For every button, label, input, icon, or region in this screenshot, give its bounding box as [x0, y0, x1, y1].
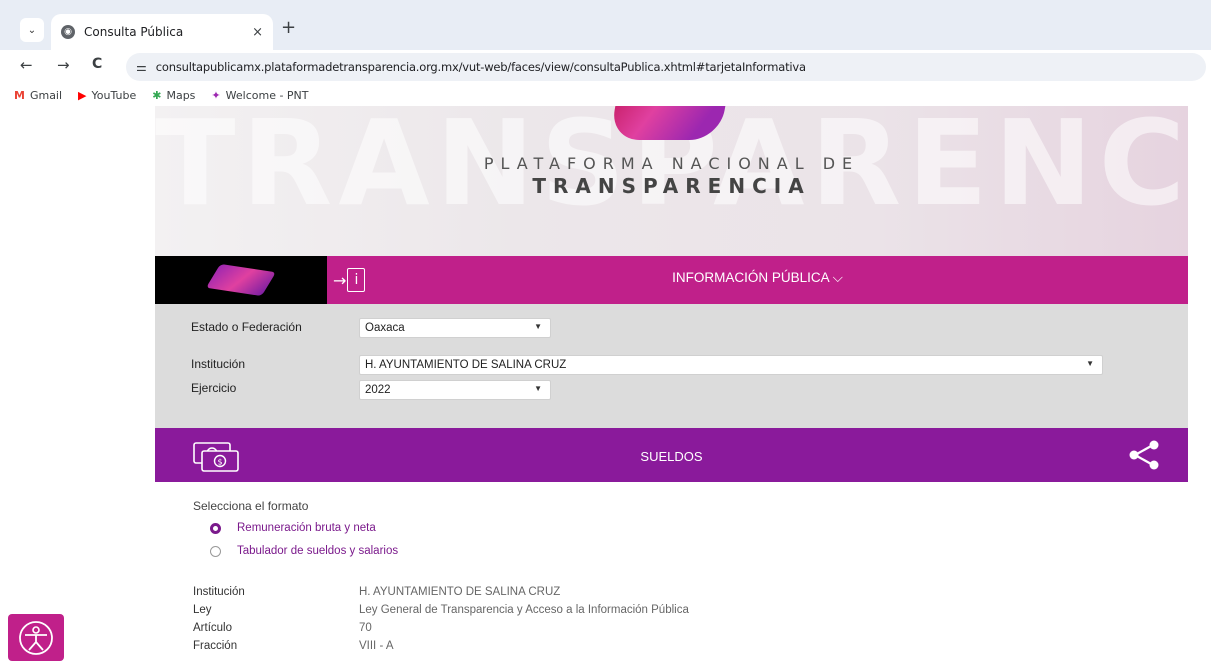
detail-key: Ley — [193, 604, 212, 616]
accessibility-button[interactable] — [8, 614, 64, 661]
bookmark-item[interactable]: ✦ Welcome - PNT — [211, 89, 308, 102]
detail-value: 70 — [359, 622, 372, 634]
estado-select[interactable]: Oaxaca ▼ — [359, 318, 551, 338]
address-bar[interactable]: ⚌ consultapublicamx.plataformadetranspar… — [126, 53, 1206, 81]
chevron-down-icon: ▼ — [1086, 359, 1094, 368]
radio-selected[interactable] — [210, 522, 221, 534]
format-option-tabulador[interactable]: Tabulador de sueldos y salarios — [210, 545, 398, 557]
detail-value: VIII - A — [359, 640, 394, 652]
bookmarks-bar: M Gmail ▶ YouTube ✱ Maps ✦ Welcome - PNT — [0, 84, 1211, 106]
bookmark-label: Welcome - PNT — [225, 88, 309, 102]
detail-key: Fracción — [193, 640, 238, 652]
detail-key: Institución — [193, 586, 245, 598]
bookmark-item[interactable]: M Gmail — [14, 89, 62, 102]
gmail-icon: M — [14, 88, 25, 102]
accessibility-icon — [19, 620, 53, 655]
institucion-value: H. AYUNTAMIENTO DE SALINA CRUZ — [365, 359, 567, 371]
chevron-down-icon: ▼ — [534, 322, 542, 331]
sueldos-section-header: $ SUELDOS — [155, 428, 1188, 482]
forward-arrow-icon[interactable]: → — [57, 56, 70, 74]
globe-icon: ◉ — [61, 25, 75, 39]
new-tab-button[interactable]: + — [281, 19, 296, 37]
hero-title-line1: PLATAFORMA NACIONAL DE — [483, 154, 860, 173]
site-info-icon[interactable]: ⚌ — [136, 60, 147, 74]
bookmark-label: YouTube — [91, 88, 137, 102]
reload-icon[interactable]: C — [92, 56, 102, 72]
institucion-select[interactable]: H. AYUNTAMIENTO DE SALINA CRUZ ▼ — [359, 355, 1103, 375]
browser-tab-bar: ⌄ ◉ Consulta Pública × + — [0, 0, 1211, 50]
hero-banner: TRANSPARENCIA PLATAFORMA NACIONAL DE TRA… — [155, 106, 1188, 256]
back-arrow-icon[interactable]: ← — [20, 56, 33, 74]
format-option-remuneracion[interactable]: Remuneración bruta y neta — [210, 522, 376, 534]
estado-label: Estado o Federación — [191, 320, 302, 334]
pnt-logo-mark-icon — [206, 263, 276, 297]
bookmark-item[interactable]: ✱ Maps — [152, 89, 195, 102]
maps-icon: ✱ — [152, 88, 162, 102]
institucion-label: Institución — [191, 357, 246, 371]
navbar-logo[interactable] — [155, 256, 327, 304]
tab-search-dropdown-button[interactable]: ⌄ — [20, 18, 44, 42]
browser-tab[interactable]: ◉ Consulta Pública × — [51, 14, 273, 50]
informacion-publica-menu[interactable]: INFORMACIÓN PÚBLICA ⌵ — [327, 270, 1188, 286]
share-icon[interactable] — [1127, 440, 1161, 470]
main-navbar: → i INFORMACIÓN PÚBLICA ⌵ — [155, 256, 1188, 304]
ejercicio-select[interactable]: 2022 ▼ — [359, 380, 551, 400]
estado-value: Oaxaca — [365, 322, 405, 334]
close-icon[interactable]: × — [252, 25, 263, 40]
hero-title-line2: TRANSPARENCIA — [532, 174, 811, 198]
section-title: SUELDOS — [640, 449, 703, 464]
filters-panel: Estado o Federación Oaxaca ▼ Institución… — [155, 304, 1188, 428]
ejercicio-value: 2022 — [365, 384, 391, 396]
chevron-down-icon: ⌄ — [27, 24, 37, 36]
bookmark-label: Maps — [166, 88, 196, 102]
detail-key: Artículo — [193, 622, 232, 634]
bookmark-item[interactable]: ▶ YouTube — [78, 89, 136, 102]
format-option-label[interactable]: Tabulador de sueldos y salarios — [237, 545, 398, 557]
format-prompt: Selecciona el formato — [193, 499, 309, 513]
radio-unselected[interactable] — [210, 545, 221, 557]
format-option-label[interactable]: Remuneración bruta y neta — [237, 522, 376, 534]
chevron-down-icon: ▼ — [534, 384, 542, 393]
bookmark-label: Gmail — [29, 88, 63, 102]
url-text: consultapublicamx.plataformadetransparen… — [155, 60, 806, 74]
detail-value: Ley General de Transparencia y Acceso a … — [359, 604, 689, 616]
ejercicio-label: Ejercicio — [191, 381, 237, 395]
detail-value: H. AYUNTAMIENTO DE SALINA CRUZ — [359, 586, 561, 598]
pnt-icon: ✦ — [211, 88, 221, 102]
tab-title: Consulta Pública — [84, 25, 184, 39]
browser-toolbar: ← → C ⚌ consultapublicamx.plataformadetr… — [0, 50, 1211, 84]
youtube-icon: ▶ — [78, 88, 87, 102]
